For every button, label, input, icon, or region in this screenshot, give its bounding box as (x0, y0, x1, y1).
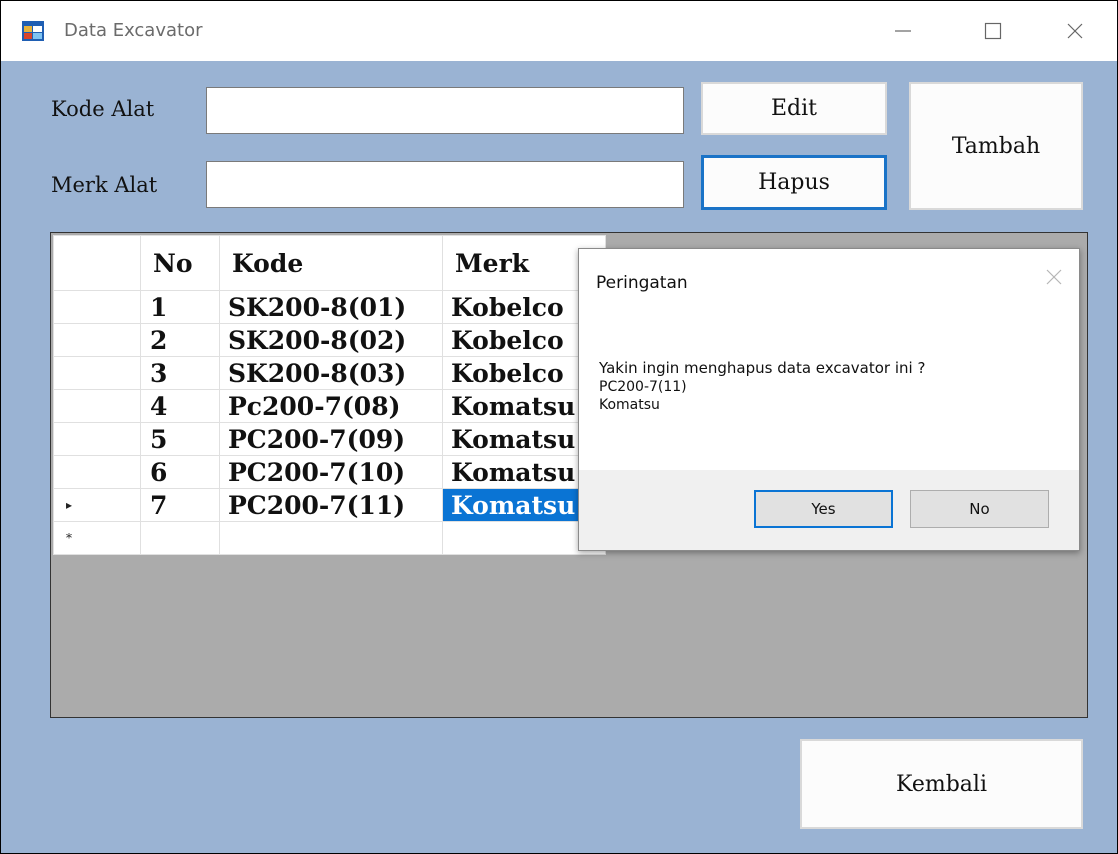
dialog-message-brand: Komatsu (599, 397, 660, 413)
cell-no[interactable]: 4 (140, 389, 220, 423)
column-header-kode[interactable]: Kode (219, 235, 443, 291)
cell-kode[interactable]: PC200-7(11) (219, 488, 443, 522)
dialog-message-code: PC200-7(11) (599, 379, 687, 395)
row-header[interactable] (53, 389, 141, 423)
cell-kode[interactable]: PC200-7(10) (219, 455, 443, 489)
cell-kode[interactable] (219, 521, 443, 555)
dialog-title: Peringatan (596, 273, 688, 293)
row-header[interactable] (53, 290, 141, 324)
hapus-button-label: Hapus (758, 170, 830, 195)
table-row[interactable]: 5 PC200-7(09) Komatsu (53, 422, 606, 456)
close-icon (1067, 23, 1083, 39)
edit-button-label: Edit (770, 96, 818, 121)
row-header[interactable] (53, 455, 141, 489)
cell-kode[interactable]: SK200-8(03) (219, 356, 443, 390)
close-icon (1046, 269, 1062, 285)
yes-button-label: Yes (811, 500, 836, 518)
edit-button[interactable]: Edit (701, 82, 887, 135)
minimize-button[interactable] (871, 1, 935, 61)
yes-button[interactable]: Yes (754, 490, 893, 528)
table-header-row: No Kode Merk (53, 235, 606, 291)
table-row[interactable]: 2 SK200-8(02) Kobelco (53, 323, 606, 357)
new-row[interactable]: * (53, 521, 606, 555)
cell-no[interactable]: 5 (140, 422, 220, 456)
cell-kode[interactable]: Pc200-7(08) (219, 389, 443, 423)
title-bar: Data Excavator (1, 1, 1117, 61)
no-button-label: No (969, 500, 990, 518)
table-row[interactable]: 1 SK200-8(01) Kobelco (53, 290, 606, 324)
row-header[interactable] (53, 323, 141, 357)
kode-alat-label: Kode Alat (51, 97, 155, 121)
column-header-no[interactable]: No (140, 235, 220, 291)
table-row[interactable]: 6 PC200-7(10) Komatsu (53, 455, 606, 489)
current-row-indicator[interactable]: ▸ (53, 488, 141, 522)
cell-no[interactable]: 2 (140, 323, 220, 357)
row-header-corner (53, 235, 141, 291)
dialog-message: Yakin ingin menghapus data excavator ini… (599, 359, 926, 377)
merk-alat-input[interactable] (206, 161, 684, 208)
cell-kode[interactable]: PC200-7(09) (219, 422, 443, 456)
cell-no[interactable]: 1 (140, 290, 220, 324)
cell-kode[interactable]: SK200-8(01) (219, 290, 443, 324)
cell-no[interactable]: 7 (140, 488, 220, 522)
cell-no[interactable]: 6 (140, 455, 220, 489)
row-header[interactable] (53, 356, 141, 390)
main-window: Data Excavator Kode Alat Merk Alat Edit … (0, 0, 1118, 854)
cell-kode[interactable]: SK200-8(02) (219, 323, 443, 357)
maximize-icon (984, 22, 1002, 40)
table-row-selected[interactable]: ▸ 7 PC200-7(11) Komatsu (53, 488, 606, 522)
minimize-icon (895, 30, 911, 32)
cell-no[interactable]: 3 (140, 356, 220, 390)
maximize-button[interactable] (961, 1, 1025, 61)
confirm-dialog: Peringatan Yakin ingin menghapus data ex… (578, 248, 1080, 551)
dialog-close-button[interactable] (1044, 267, 1064, 291)
hapus-button[interactable]: Hapus (701, 155, 887, 210)
data-table: No Kode Merk 1 SK200-8(01) Kobelco 2 SK2… (53, 235, 606, 555)
app-icon (22, 21, 44, 41)
table-row[interactable]: 3 SK200-8(03) Kobelco (53, 356, 606, 390)
no-button[interactable]: No (910, 490, 1049, 528)
dialog-button-bar: Yes No (579, 470, 1079, 550)
table-row[interactable]: 4 Pc200-7(08) Komatsu (53, 389, 606, 423)
kembali-button[interactable]: Kembali (800, 739, 1083, 829)
tambah-button[interactable]: Tambah (909, 82, 1083, 210)
merk-alat-label: Merk Alat (51, 173, 158, 197)
kembali-button-label: Kembali (896, 771, 987, 797)
tambah-button-label: Tambah (951, 133, 1041, 159)
close-button[interactable] (1043, 1, 1107, 61)
new-row-indicator[interactable]: * (53, 521, 141, 555)
cell-no[interactable] (140, 521, 220, 555)
row-header[interactable] (53, 422, 141, 456)
kode-alat-input[interactable] (206, 87, 684, 134)
window-title: Data Excavator (64, 20, 203, 41)
